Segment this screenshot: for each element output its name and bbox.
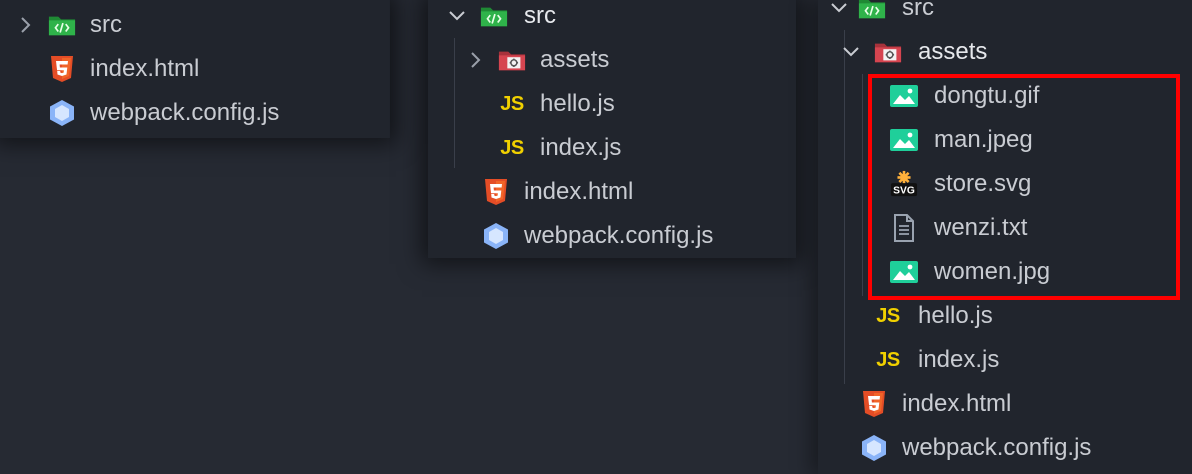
tree-item-index-js[interactable]: JS index.js bbox=[428, 126, 796, 170]
js-icon: JS bbox=[500, 136, 524, 159]
webpack-icon bbox=[482, 222, 510, 250]
webpack-icon bbox=[48, 99, 76, 127]
tree-item-label: webpack.config.js bbox=[524, 222, 714, 249]
tree-item-src[interactable]: src bbox=[428, 0, 796, 38]
explorer-panel-assets-expanded: src assets dongtu.gif man.jpeg SVG store… bbox=[818, 0, 1192, 474]
highlight-box bbox=[868, 74, 1180, 300]
tree-item-index-js[interactable]: JS index.js bbox=[818, 338, 1192, 382]
explorer-panel-assets-collapsed: src assets JS hello.js JS index.js index… bbox=[428, 0, 796, 258]
tree-item-src[interactable]: src bbox=[0, 3, 390, 47]
tree-item-webpack-config[interactable]: webpack.config.js bbox=[428, 214, 796, 258]
chevron-right-icon[interactable] bbox=[14, 14, 36, 36]
chevron-down-icon[interactable] bbox=[446, 5, 468, 27]
tree-item-index-html[interactable]: index.html bbox=[818, 382, 1192, 426]
tree-item-src[interactable]: src bbox=[818, 0, 1192, 30]
tree-item-hello-js[interactable]: JS hello.js bbox=[818, 294, 1192, 338]
tree-item-index-html[interactable]: index.html bbox=[0, 47, 390, 91]
html5-icon bbox=[48, 55, 76, 83]
html5-icon bbox=[860, 390, 888, 418]
folder-src-icon bbox=[48, 11, 76, 39]
tree-item-assets[interactable]: assets bbox=[818, 30, 1192, 74]
chevron-down-icon[interactable] bbox=[828, 0, 850, 19]
tree-item-label: index.js bbox=[540, 134, 622, 161]
folder-assets-icon bbox=[498, 46, 526, 74]
folder-src-icon bbox=[858, 0, 886, 22]
tree-item-label: index.html bbox=[902, 390, 1012, 417]
tree-item-webpack-config[interactable]: webpack.config.js bbox=[0, 91, 390, 135]
tree-item-label: webpack.config.js bbox=[90, 99, 280, 126]
explorer-panel-collapsed: src index.html webpack.config.js bbox=[0, 0, 390, 138]
js-icon: JS bbox=[876, 348, 900, 371]
folder-assets-icon bbox=[874, 38, 902, 66]
tree-item-label: src bbox=[524, 2, 556, 29]
js-icon: JS bbox=[500, 92, 524, 115]
tree-item-label: webpack.config.js bbox=[902, 434, 1092, 461]
tree-item-label: hello.js bbox=[918, 302, 993, 329]
tree-item-label: hello.js bbox=[540, 90, 615, 117]
tree-item-webpack-config[interactable]: webpack.config.js bbox=[818, 426, 1192, 470]
tree-item-index-html[interactable]: index.html bbox=[428, 170, 796, 214]
chevron-down-icon[interactable] bbox=[840, 41, 862, 63]
tree-item-hello-js[interactable]: JS hello.js bbox=[428, 82, 796, 126]
tree-item-label: assets bbox=[540, 46, 610, 73]
tree-item-label: index.html bbox=[90, 55, 200, 82]
js-icon: JS bbox=[876, 304, 900, 327]
webpack-icon bbox=[860, 434, 888, 462]
tree-item-assets[interactable]: assets bbox=[428, 38, 796, 82]
tree-item-label: src bbox=[90, 11, 122, 38]
tree-item-label: src bbox=[902, 0, 934, 21]
folder-src-icon bbox=[480, 2, 508, 30]
html5-icon bbox=[482, 178, 510, 206]
tree-item-label: index.js bbox=[918, 346, 1000, 373]
chevron-right-icon[interactable] bbox=[464, 49, 486, 71]
tree-item-label: index.html bbox=[524, 178, 634, 205]
tree-item-label: assets bbox=[918, 38, 988, 65]
